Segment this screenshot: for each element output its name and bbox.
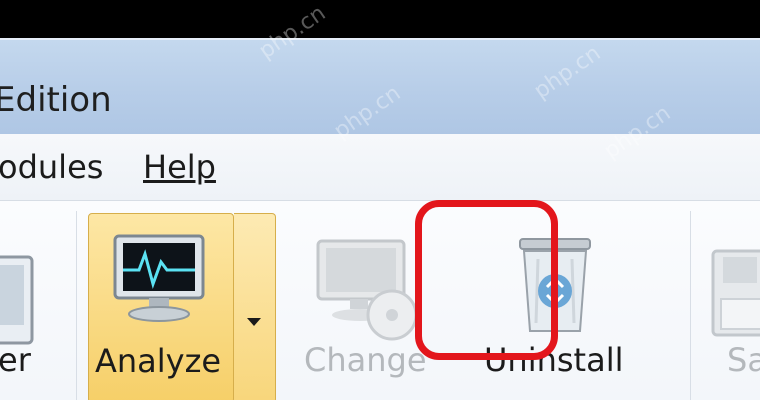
save-button[interactable]: Sa — [705, 213, 760, 400]
change-label: Change — [304, 341, 427, 379]
menu-modules[interactable]: odules — [0, 148, 103, 186]
left-tool-icon — [0, 255, 34, 345]
monitor-disc-icon — [316, 239, 418, 341]
chevron-down-icon — [247, 318, 261, 326]
menu-help[interactable]: Help — [143, 148, 216, 186]
app-window: Edition odules Help er Analyze Change Un… — [0, 38, 760, 400]
analyze-label: Analyze — [95, 342, 222, 380]
window-title: Edition — [0, 80, 112, 120]
monitor-pulse-icon — [113, 234, 205, 322]
menu-bar: odules Help — [0, 134, 760, 201]
save-label: Sa — [727, 341, 760, 379]
analyze-button[interactable]: Analyze — [88, 213, 234, 400]
toolbar: er Analyze Change Uninstall Sa — [0, 201, 760, 400]
toolbar-separator — [76, 211, 77, 400]
left-tool-button[interactable]: er — [0, 213, 50, 400]
menu-modules-label: odules — [0, 148, 104, 186]
left-tool-label: er — [0, 341, 31, 379]
floppy-disk-icon — [711, 249, 760, 337]
red-highlight-annotation — [415, 200, 558, 360]
analyze-dropdown-button[interactable] — [234, 213, 276, 400]
menu-help-label: Help — [143, 148, 216, 186]
toolbar-separator — [690, 211, 691, 400]
title-bar: Edition — [0, 38, 760, 136]
